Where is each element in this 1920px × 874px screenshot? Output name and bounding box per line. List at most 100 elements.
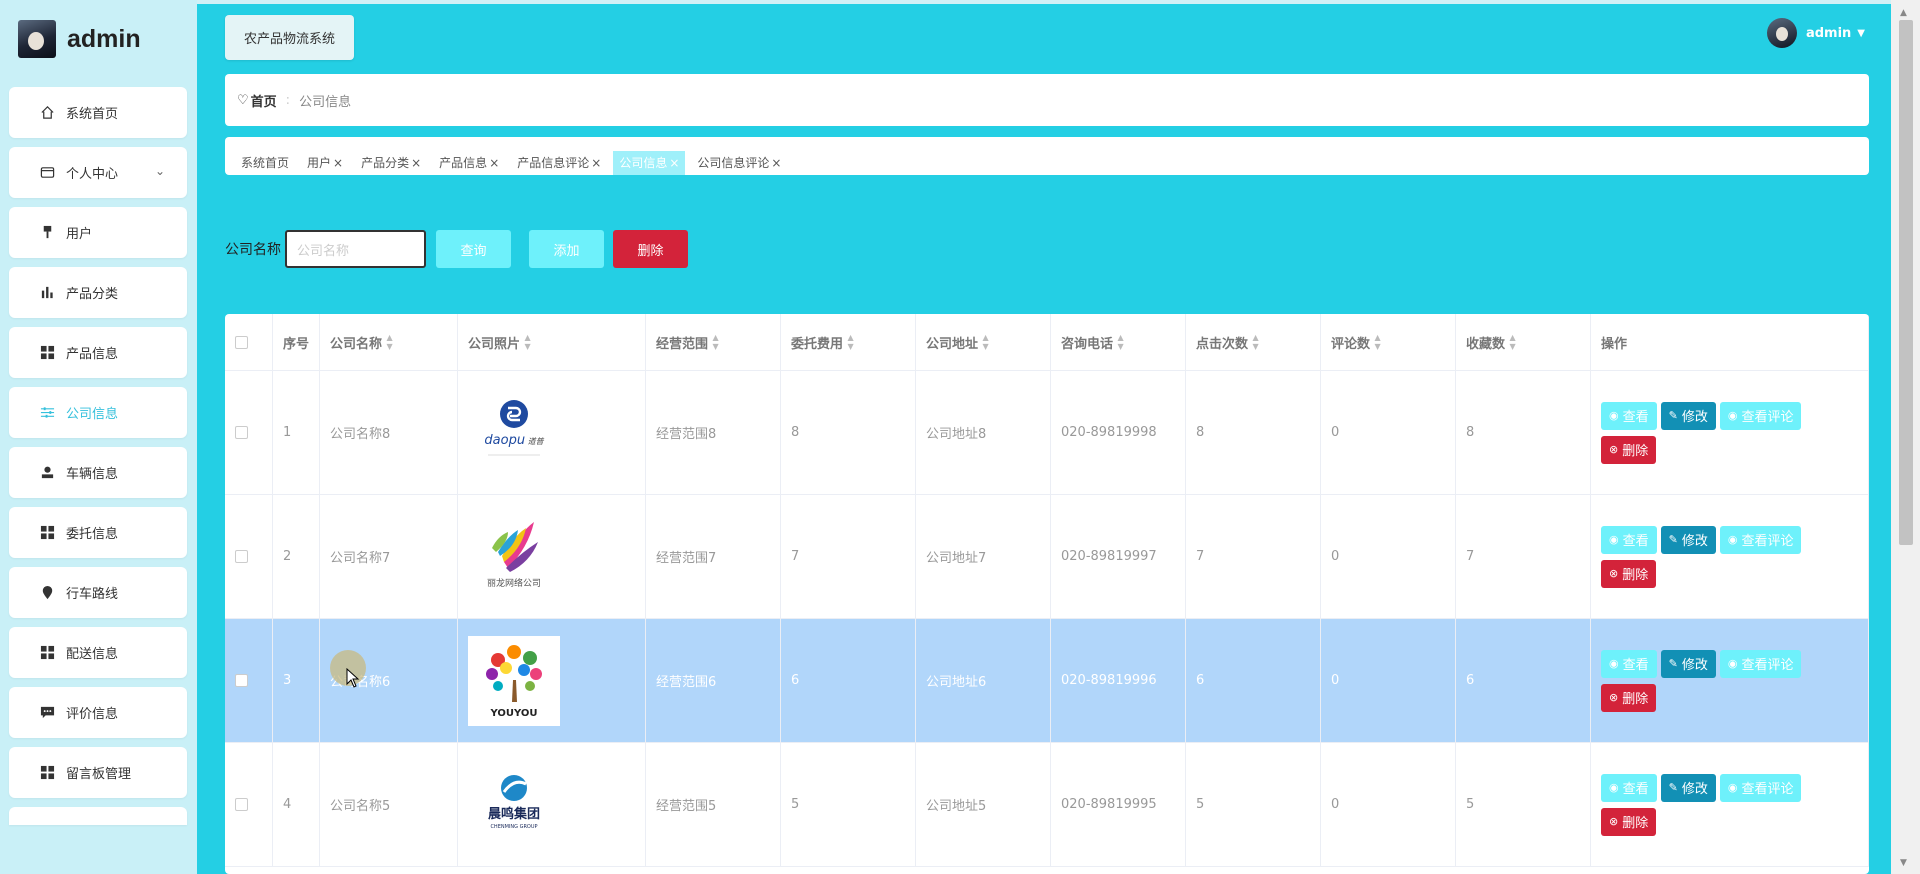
edit-button[interactable]: ✎ 修改 (1660, 773, 1716, 802)
row-checkbox[interactable] (235, 550, 248, 563)
view-button[interactable]: ◉ 查看 (1601, 525, 1657, 554)
scrollbar-thumb[interactable] (1899, 20, 1913, 545)
view-comments-button[interactable]: ◉ 查看评论 (1719, 773, 1802, 802)
table-row[interactable]: 4 公司名称5 晨鸣集团 CHENMING GROUP 经营范围5 5 公司地址5 020-8… (225, 743, 1869, 867)
sort-icon[interactable]: ▲▼ (711, 333, 721, 351)
table-cell-favorites: 5 (1456, 743, 1591, 866)
sidebar-item-3[interactable]: 产品分类 (9, 267, 187, 318)
view-button[interactable]: ◉ 查看 (1601, 773, 1657, 802)
table-cell-cb (225, 495, 273, 618)
page-scrollbar[interactable]: ▲ ▼ (1891, 0, 1920, 874)
sidebar-item-9[interactable]: 配送信息 (9, 627, 187, 678)
user-menu[interactable]: admin ▼ (1766, 18, 1865, 48)
view-comments-button[interactable]: ◉ 查看评论 (1719, 649, 1802, 678)
tab-3[interactable]: 产品信息 × (433, 151, 505, 175)
row-checkbox[interactable] (235, 798, 248, 811)
header-cell: 收藏数 ▲▼ (1456, 314, 1591, 370)
sidebar-item-0[interactable]: 系统首页 (9, 87, 187, 138)
sort-icon[interactable]: ▲▼ (846, 333, 856, 351)
tab-0[interactable]: 系统首页 (235, 151, 295, 175)
delete-circle-icon: ⊗ (1609, 567, 1619, 580)
sort-icon[interactable]: ▲▼ (1116, 333, 1126, 351)
sidebar-item-11[interactable]: 留言板管理 (9, 747, 187, 798)
close-icon[interactable]: × (411, 156, 421, 170)
row-checkbox[interactable] (235, 674, 248, 687)
delete-button[interactable]: ⊗ 删除 (1601, 435, 1657, 464)
close-icon[interactable]: × (771, 156, 781, 170)
sidebar-item-5[interactable]: 公司信息 (9, 387, 187, 438)
table-cell-clicks: 5 (1186, 743, 1321, 866)
table-row[interactable]: 3 公司名称6 YOUYOU 经营范围6 6 公司地址6 020-89819996 6 0 6 ◉ 查… (225, 619, 1869, 743)
tab-6[interactable]: 公司信息评论 × (691, 151, 787, 175)
grid-icon (39, 525, 55, 541)
bar-chart-icon (39, 285, 55, 301)
sort-icon[interactable]: ▲▼ (523, 333, 533, 351)
header-cell: 公司照片 ▲▼ (458, 314, 646, 370)
system-title-button[interactable]: 农产品物流系统 (225, 15, 354, 60)
tab-5[interactable]: 公司信息 × (613, 151, 686, 175)
delete-button-label: 删除 (1622, 692, 1649, 707)
tab-label: 公司信息评论 (697, 156, 770, 170)
row-checkbox[interactable] (235, 426, 248, 439)
delete-button[interactable]: ⊗ 删除 (1601, 683, 1657, 712)
sidebar-item-10[interactable]: 评价信息 (9, 687, 187, 738)
view-button[interactable]: ◉ 查看 (1601, 649, 1657, 678)
bulk-delete-button[interactable]: 删除 (613, 230, 688, 268)
scroll-down-icon[interactable]: ▼ (1900, 858, 1907, 868)
tabs-bar: 系统首页 用户 × 产品分类 × 产品信息 × 产品信息评论 × 公司信息 × 公司信息评论 × (225, 137, 1869, 175)
select-all-checkbox[interactable] (235, 335, 248, 349)
row-actions: ◉ 查看 ✎ 修改 ◉ 查看评论 ⊗ 删除 (1601, 773, 1816, 836)
sliders-icon (39, 405, 55, 421)
view-comments-button[interactable]: ◉ 查看评论 (1719, 401, 1802, 430)
header-cell: 点击次数 ▲▼ (1186, 314, 1321, 370)
close-icon[interactable]: × (669, 156, 679, 170)
tab-label: 产品信息评论 (517, 156, 590, 170)
sidebar-item-8[interactable]: 行车路线 (9, 567, 187, 618)
close-icon[interactable]: × (489, 156, 499, 170)
cell-name: 公司名称8 (330, 427, 391, 442)
scroll-up-icon[interactable]: ▲ (1900, 8, 1907, 18)
sidebar-item-4[interactable]: 产品信息 (9, 327, 187, 378)
sidebar-menu: 系统首页个人中心 ⌄ 用户产品分类产品信息公司信息车辆信息委托信息行车路线配送信息评… (9, 87, 187, 825)
cell-scope: 经营范围7 (656, 551, 717, 566)
sidebar-item-6[interactable]: 车辆信息 (9, 447, 187, 498)
search-bar: 公司名称 公司名称 查询 添加 删除 (225, 230, 688, 268)
eye-icon: ◉ (1727, 657, 1738, 670)
company-name-input[interactable]: 公司名称 (285, 230, 426, 268)
table-cell-ops: ◉ 查看 ✎ 修改 ◉ 查看评论 ⊗ 删除 (1591, 371, 1869, 494)
sidebar-item-partial[interactable] (9, 807, 187, 825)
breadcrumb-current: 公司信息 (299, 94, 352, 110)
query-button[interactable]: 查询 (436, 230, 511, 268)
table-cell-address: 公司地址8 (916, 371, 1051, 494)
close-icon[interactable]: × (333, 156, 343, 170)
tab-1[interactable]: 用户 × (301, 151, 349, 175)
view-button-label: 查看 (1622, 658, 1649, 673)
sidebar-item-7[interactable]: 委托信息 (9, 507, 187, 558)
sort-icon[interactable]: ▲▼ (1251, 333, 1261, 351)
sort-icon[interactable]: ▲▼ (1373, 333, 1383, 351)
edit-button[interactable]: ✎ 修改 (1660, 525, 1716, 554)
table-row[interactable]: 2 公司名称7 丽龙网络公司 经营范围7 7 公司地址7 020-89819997 7 0 7 ◉ 查… (225, 495, 1869, 619)
cell-clicks: 6 (1196, 673, 1205, 688)
add-button[interactable]: 添加 (529, 230, 604, 268)
tab-4[interactable]: 产品信息评论 × (511, 151, 607, 175)
grid-icon (39, 645, 55, 661)
sort-icon[interactable]: ▲▼ (1508, 333, 1518, 351)
edit-button[interactable]: ✎ 修改 (1660, 401, 1716, 430)
close-icon[interactable]: × (591, 156, 601, 170)
sidebar-item-2[interactable]: 用户 (9, 207, 187, 258)
sort-icon[interactable]: ▲▼ (981, 333, 991, 351)
location-icon (39, 585, 55, 601)
delete-button[interactable]: ⊗ 删除 (1601, 559, 1657, 588)
tab-2[interactable]: 产品分类 × (355, 151, 427, 175)
sidebar-item-1[interactable]: 个人中心 ⌄ (9, 147, 187, 198)
edit-button[interactable]: ✎ 修改 (1660, 649, 1716, 678)
view-button[interactable]: ◉ 查看 (1601, 401, 1657, 430)
table-cell-phone: 020-89819997 (1051, 495, 1186, 618)
table-row[interactable]: 1 公司名称8 daopu 道普 经营范围8 8 公司地址8 020-89819998 8 0 8… (225, 371, 1869, 495)
breadcrumb-home[interactable]: 首页 (251, 91, 277, 110)
sort-icon[interactable]: ▲▼ (385, 333, 395, 351)
edit-button-label: 修改 (1681, 658, 1708, 673)
delete-button[interactable]: ⊗ 删除 (1601, 807, 1657, 836)
view-comments-button[interactable]: ◉ 查看评论 (1719, 525, 1802, 554)
